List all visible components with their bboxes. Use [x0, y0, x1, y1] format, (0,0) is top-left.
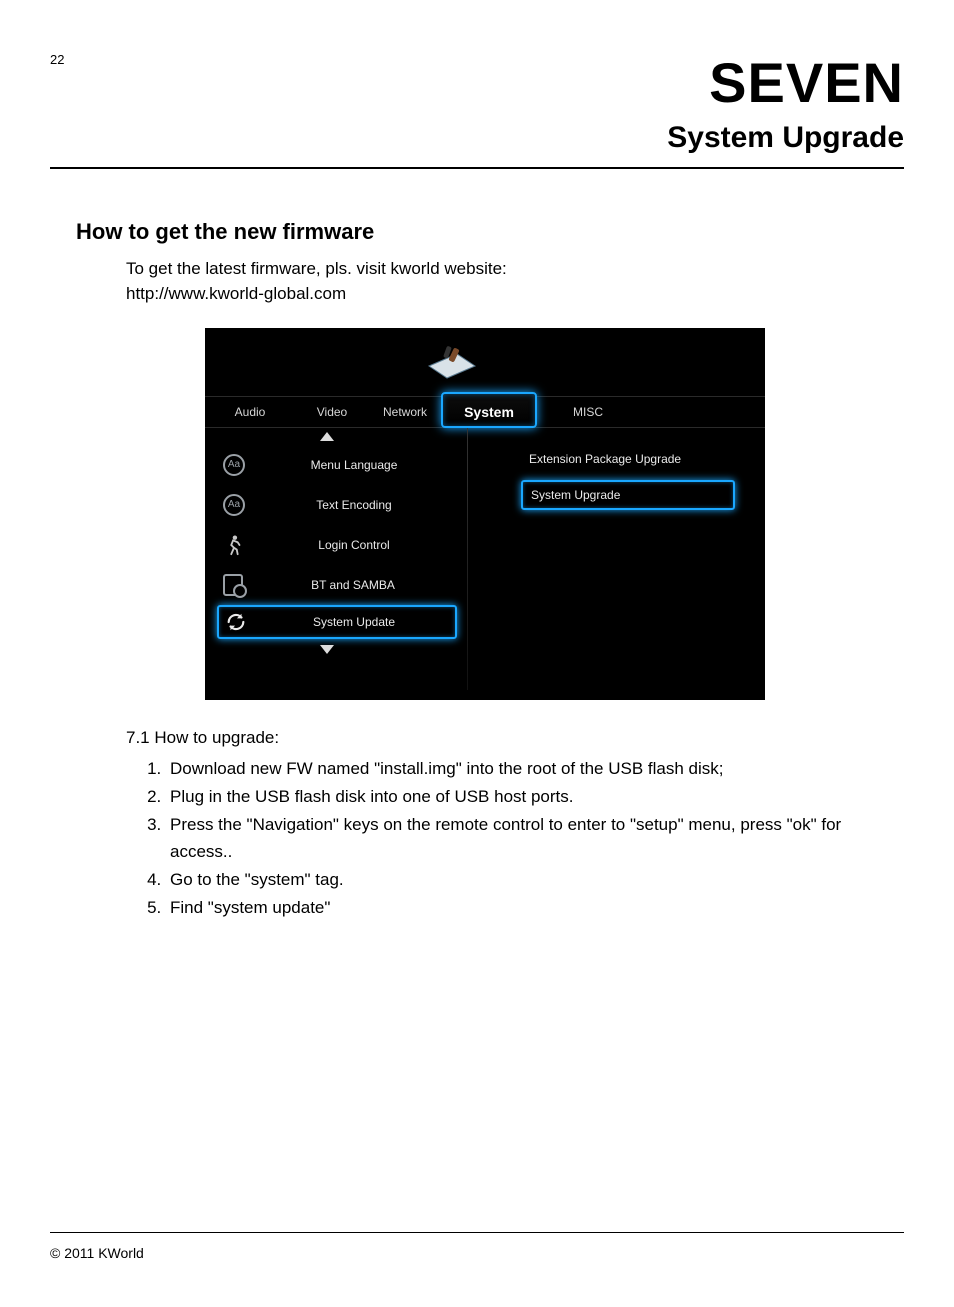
chapter-title: SEVEN [50, 50, 904, 115]
right-menu: Extension Package Upgrade System Upgrade [521, 446, 735, 510]
tab-video[interactable]: Video [295, 405, 369, 419]
right-item-system-upgrade[interactable]: System Upgrade [521, 480, 735, 510]
menu-label: System Update [263, 615, 455, 629]
sub-section-heading: 7.1 How to upgrade: [126, 728, 894, 748]
tab-system[interactable]: System [441, 392, 537, 428]
menu-label: Login Control [261, 538, 457, 552]
intro-text: To get the latest firmware, pls. visit k… [126, 257, 894, 282]
menu-label: Menu Language [261, 458, 457, 472]
footer-rule [50, 1232, 904, 1233]
tab-misc[interactable]: MISC [551, 405, 625, 419]
person-run-icon [223, 534, 245, 556]
menu-item-language[interactable]: Aa Menu Language [217, 445, 457, 485]
menu-item-encoding[interactable]: Aa Text Encoding [217, 485, 457, 525]
left-menu: Aa Menu Language Aa Text Encoding Login … [217, 432, 457, 654]
scroll-up-icon[interactable] [320, 432, 334, 441]
content-area: How to get the new firmware To get the l… [50, 219, 904, 922]
menu-item-system-update[interactable]: System Update [217, 605, 457, 639]
scroll-down-icon[interactable] [320, 645, 334, 654]
tab-network[interactable]: Network [369, 405, 441, 419]
section-heading: How to get the new firmware [76, 219, 894, 245]
menu-item-login[interactable]: Login Control [217, 525, 457, 565]
document-info-icon [223, 574, 243, 596]
aa-icon: Aa [223, 454, 245, 476]
menu-item-bt-samba[interactable]: BT and SAMBA [217, 565, 457, 605]
list-item: Find "system update" [166, 895, 874, 921]
copyright-footer: © 2011 KWorld [50, 1245, 144, 1261]
refresh-icon [225, 611, 247, 633]
header-rule [50, 167, 904, 169]
vertical-divider [467, 428, 468, 690]
page-number: 22 [50, 52, 64, 67]
chapter-subtitle: System Upgrade [50, 121, 904, 155]
list-item: Download new FW named "install.img" into… [166, 756, 874, 782]
device-ui-screenshot: Audio Video Network System MISC Aa Menu … [205, 328, 765, 700]
right-item-extension-upgrade[interactable]: Extension Package Upgrade [521, 446, 735, 472]
screenshot-container: Audio Video Network System MISC Aa Menu … [76, 328, 894, 700]
manual-page: 22 SEVEN System Upgrade How to get the n… [0, 0, 954, 1307]
list-item: Press the "Navigation" keys on the remot… [166, 812, 874, 865]
upgrade-steps-list: Download new FW named "install.img" into… [166, 756, 894, 922]
list-item: Go to the "system" tag. [166, 867, 874, 893]
list-item: Plug in the USB flash disk into one of U… [166, 784, 874, 810]
aa-icon: Aa [223, 494, 245, 516]
tab-bar: Audio Video Network System MISC [205, 396, 765, 428]
intro-url: http://www.kworld-global.com [126, 284, 894, 304]
tab-audio[interactable]: Audio [205, 405, 295, 419]
menu-label: BT and SAMBA [259, 578, 457, 592]
menu-label: Text Encoding [261, 498, 457, 512]
system-icon [423, 346, 481, 391]
